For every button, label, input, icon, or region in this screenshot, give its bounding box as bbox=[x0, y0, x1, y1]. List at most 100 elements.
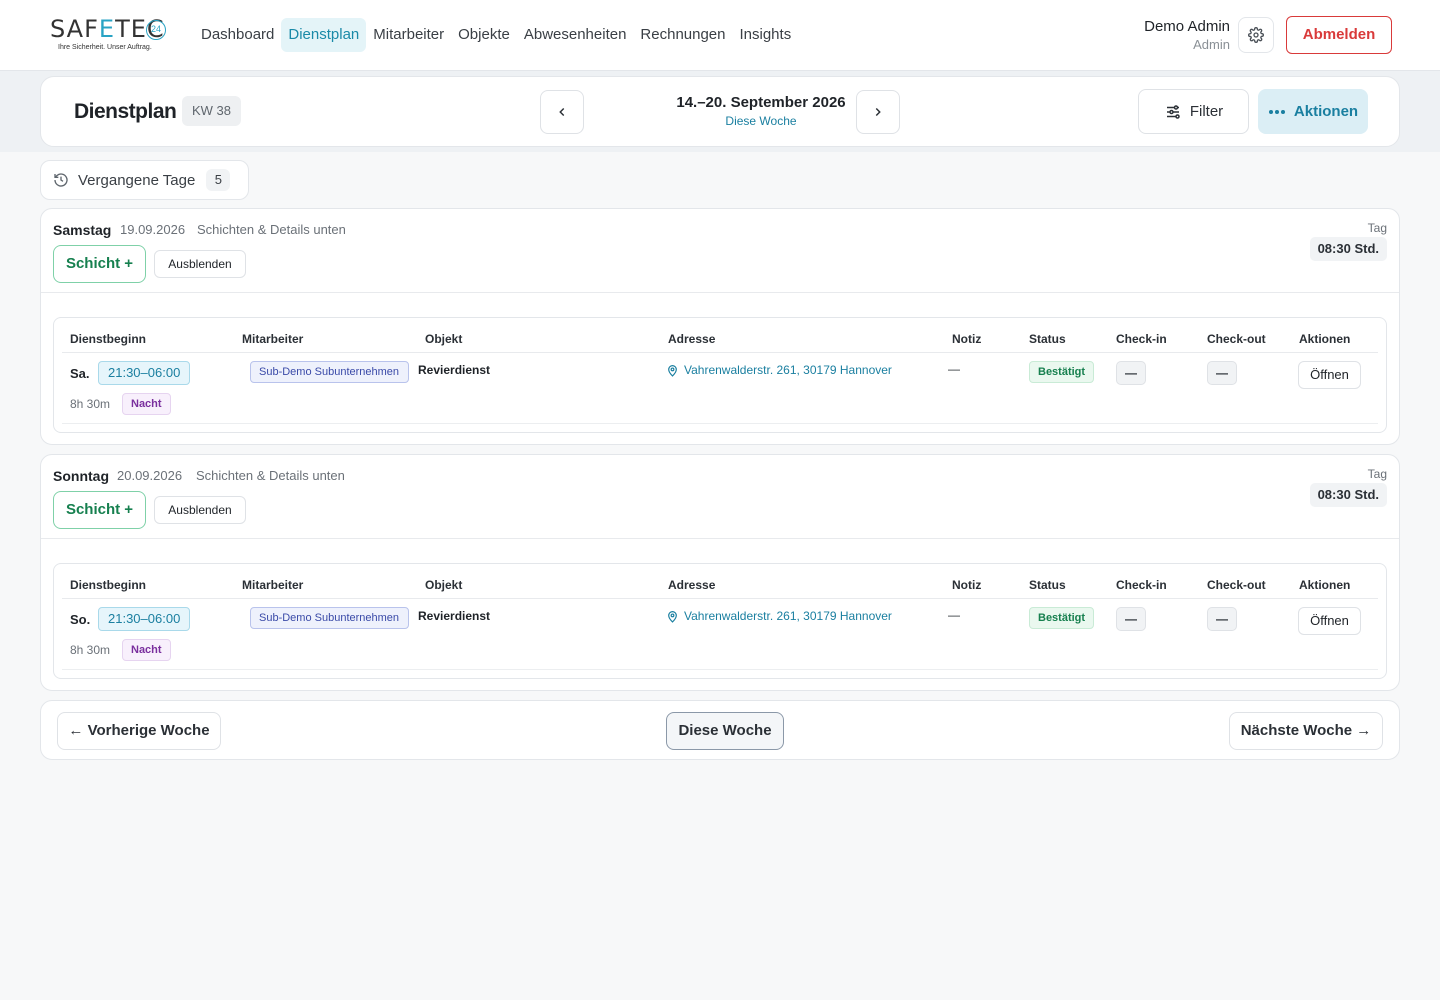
next-week-button[interactable]: Nächste Woche → bbox=[1229, 712, 1383, 750]
hide-day-button[interactable]: Ausblenden bbox=[154, 496, 246, 524]
shift-note: — bbox=[948, 362, 960, 376]
day-subtitle: Schichten & Details unten bbox=[196, 468, 345, 483]
history-icon bbox=[54, 173, 68, 187]
week-badge: KW 38 bbox=[182, 96, 242, 126]
shift-time-badge[interactable]: 21:30–06:00 bbox=[98, 607, 191, 631]
checkout-button[interactable]: — bbox=[1207, 361, 1237, 385]
shift-type-badge: Nacht bbox=[122, 639, 171, 661]
top-navbar: SAFETEC 24 Ihre Sicherheit. Unser Auftra… bbox=[0, 0, 1440, 71]
checkout-button[interactable]: — bbox=[1207, 607, 1237, 631]
sliders-icon bbox=[1166, 104, 1180, 119]
schedule-header: Dienstplan KW 38 14.–20. September 2026 … bbox=[40, 76, 1400, 147]
column-header: Notiz bbox=[952, 332, 982, 346]
day-date: 20.09.2026 bbox=[117, 468, 183, 483]
shift-object: Revierdienst bbox=[418, 363, 491, 377]
shift-address: Vahrenwalderstr. 261, 30179 Hannover bbox=[684, 609, 892, 623]
hide-day-button[interactable]: Ausblenden bbox=[154, 250, 246, 278]
column-header: Dienstbeginn bbox=[70, 332, 147, 346]
day-card-saturday: Samstag 19.09.2026 Schichten & Details u… bbox=[40, 208, 1400, 445]
add-shift-button[interactable]: Schicht + bbox=[53, 245, 146, 283]
column-header: Objekt bbox=[425, 578, 463, 592]
header-divider bbox=[62, 598, 1378, 599]
nav-objekte[interactable]: Objekte bbox=[451, 18, 517, 52]
column-header: Mitarbeiter bbox=[242, 332, 304, 346]
nav-rechnungen[interactable]: Rechnungen bbox=[633, 18, 732, 52]
brand-badge: 24 bbox=[146, 20, 166, 40]
actions-button[interactable]: Aktionen bbox=[1258, 89, 1368, 134]
day-date: 19.09.2026 bbox=[120, 222, 186, 237]
map-pin-icon bbox=[668, 364, 677, 377]
page-title: Dienstplan bbox=[74, 100, 177, 123]
shift-duration: 8h 30m bbox=[70, 643, 111, 657]
prev-week-arrow-button[interactable] bbox=[540, 90, 584, 134]
column-header: Check-out bbox=[1207, 332, 1266, 346]
nav-mitarbeiter[interactable]: Mitarbeiter bbox=[366, 18, 451, 52]
gear-icon bbox=[1248, 27, 1264, 43]
user-role: Admin bbox=[1193, 37, 1230, 52]
shift-time-badge[interactable]: 21:30–06:00 bbox=[98, 361, 191, 385]
column-header: Aktionen bbox=[1299, 578, 1351, 592]
this-week-link[interactable]: Diese Woche bbox=[631, 112, 891, 130]
day-card-sunday: Sonntag 20.09.2026 Schichten & Details u… bbox=[40, 454, 1400, 691]
shift-object: Revierdienst bbox=[418, 609, 491, 623]
next-week-arrow-button[interactable] bbox=[856, 90, 900, 134]
logout-button[interactable]: Abmelden bbox=[1286, 16, 1392, 54]
chevron-left-icon bbox=[559, 107, 565, 117]
column-header: Adresse bbox=[668, 332, 716, 346]
column-header: Status bbox=[1029, 578, 1066, 592]
day-total-label: Tag bbox=[1367, 467, 1387, 481]
settings-button[interactable] bbox=[1238, 17, 1274, 53]
row-divider bbox=[62, 423, 1378, 424]
main-nav: Dashboard Dienstplan Mitarbeiter Objekte… bbox=[194, 18, 798, 52]
date-range: 14.–20. September 2026 Diese Woche bbox=[631, 94, 891, 130]
filter-button[interactable]: Filter bbox=[1138, 89, 1249, 134]
column-header: Status bbox=[1029, 332, 1066, 346]
day-total-hours: 08:30 Std. bbox=[1309, 237, 1387, 261]
user-name: Demo Admin bbox=[1144, 18, 1230, 35]
employee-badge[interactable]: Sub-Demo Subunternehmen bbox=[250, 607, 409, 629]
brand-logo[interactable]: SAFETEC 24 Ihre Sicherheit. Unser Auftra… bbox=[50, 16, 172, 56]
day-total-hours: 08:30 Std. bbox=[1309, 483, 1387, 507]
column-header: Notiz bbox=[952, 578, 982, 592]
day-name: Samstag bbox=[53, 222, 112, 238]
current-week-button[interactable]: Diese Woche bbox=[666, 712, 784, 750]
column-header: Check-in bbox=[1116, 578, 1167, 592]
column-header: Objekt bbox=[425, 332, 463, 346]
nav-abwesenheiten[interactable]: Abwesenheiten bbox=[517, 18, 634, 52]
employee-badge[interactable]: Sub-Demo Subunternehmen bbox=[250, 361, 409, 383]
checkin-button[interactable]: — bbox=[1116, 361, 1146, 385]
column-header: Aktionen bbox=[1299, 332, 1351, 346]
actions-label: Aktionen bbox=[1293, 103, 1359, 120]
past-days-toggle[interactable]: Vergangene Tage 5 bbox=[40, 160, 249, 200]
shift-address-link[interactable]: Vahrenwalderstr. 261, 30179 Hannover bbox=[666, 609, 892, 623]
nav-dashboard[interactable]: Dashboard bbox=[194, 18, 281, 52]
map-pin-icon bbox=[668, 610, 677, 623]
chevron-right-icon bbox=[875, 107, 881, 117]
date-range-label: 14.–20. September 2026 bbox=[676, 94, 846, 111]
user-info: Demo Admin Admin bbox=[1144, 18, 1230, 54]
week-navigation: ← Vorherige Woche Diese Woche Nächste Wo… bbox=[40, 700, 1400, 760]
shift-duration: 8h 30m bbox=[70, 397, 111, 411]
nav-dienstplan[interactable]: Dienstplan bbox=[281, 18, 367, 52]
column-header: Mitarbeiter bbox=[242, 578, 304, 592]
more-dots-icon bbox=[1268, 109, 1285, 114]
day-total-label: Tag bbox=[1367, 221, 1387, 235]
nav-insights[interactable]: Insights bbox=[733, 18, 799, 52]
day-header: Samstag 19.09.2026 Schichten & Details u… bbox=[41, 209, 1399, 293]
previous-week-button[interactable]: ← Vorherige Woche bbox=[57, 712, 221, 750]
shift-weekday: So. bbox=[70, 612, 91, 627]
row-divider bbox=[62, 669, 1378, 670]
status-badge: Bestätigt bbox=[1029, 361, 1095, 383]
open-shift-button[interactable]: Öffnen bbox=[1298, 607, 1361, 635]
shift-address-link[interactable]: Vahrenwalderstr. 261, 30179 Hannover bbox=[666, 363, 892, 377]
shift-type-badge: Nacht bbox=[122, 393, 171, 415]
checkin-button[interactable]: — bbox=[1116, 607, 1146, 631]
column-header: Check-in bbox=[1116, 332, 1167, 346]
column-header: Check-out bbox=[1207, 578, 1266, 592]
column-header: Dienstbeginn bbox=[70, 578, 147, 592]
status-badge: Bestätigt bbox=[1029, 607, 1095, 629]
past-days-count: 5 bbox=[206, 169, 231, 191]
add-shift-button[interactable]: Schicht + bbox=[53, 491, 146, 529]
past-days-label: Vergangene Tage bbox=[78, 171, 196, 189]
open-shift-button[interactable]: Öffnen bbox=[1298, 361, 1361, 389]
